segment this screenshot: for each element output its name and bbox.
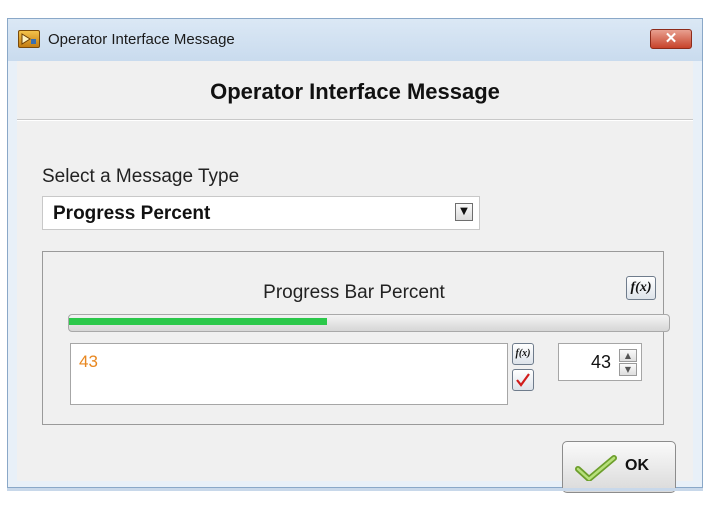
checkmark-icon	[575, 455, 617, 481]
expression-fx-button[interactable]: f(x)	[512, 343, 534, 365]
window-title: Operator Interface Message	[48, 31, 235, 48]
function-icon: f(x)	[630, 280, 652, 295]
heading-divider	[17, 119, 693, 121]
chevron-down-icon[interactable]: ▼	[455, 203, 473, 221]
arrow-up-icon[interactable]: ▲	[619, 349, 637, 362]
expression-input[interactable]: 43	[70, 343, 508, 405]
title-bar[interactable]: Operator Interface Message ✕	[8, 19, 702, 61]
ok-label: OK	[625, 457, 649, 474]
dialog-window: Operator Interface Message ✕ Operator In…	[7, 18, 703, 493]
labview-app-icon	[18, 30, 40, 48]
message-type-value: Progress Percent	[53, 203, 211, 224]
progress-fx-button[interactable]: f(x)	[626, 276, 656, 300]
close-icon: ✕	[664, 30, 678, 47]
progress-bar-label: Progress Bar Percent	[263, 282, 445, 303]
dialog-heading: Operator Interface Message	[210, 79, 500, 104]
function-icon: f(x)	[515, 348, 531, 359]
percent-numeric-value: 43	[590, 352, 611, 372]
window-bottom-edge	[7, 488, 703, 491]
dialog-body: Operator Interface Message Select a Mess…	[17, 61, 693, 493]
expression-text: 43	[79, 352, 98, 371]
progress-bar	[68, 314, 670, 332]
arrow-down-icon[interactable]: ▼	[619, 363, 637, 376]
message-type-select[interactable]: Progress Percent ▼	[42, 196, 480, 230]
progress-panel: Progress Bar Percent f(x) 43 f(x) 43 ▲ ▼	[42, 251, 670, 425]
progress-bar-fill	[69, 318, 327, 325]
close-button[interactable]: ✕	[650, 29, 692, 49]
ok-button[interactable]: OK	[562, 441, 676, 493]
message-type-label: Select a Message Type	[42, 166, 240, 187]
checkmark-icon	[516, 373, 530, 387]
percent-numeric-control[interactable]: 43 ▲ ▼	[558, 343, 642, 381]
check-expression-button[interactable]	[512, 369, 534, 391]
